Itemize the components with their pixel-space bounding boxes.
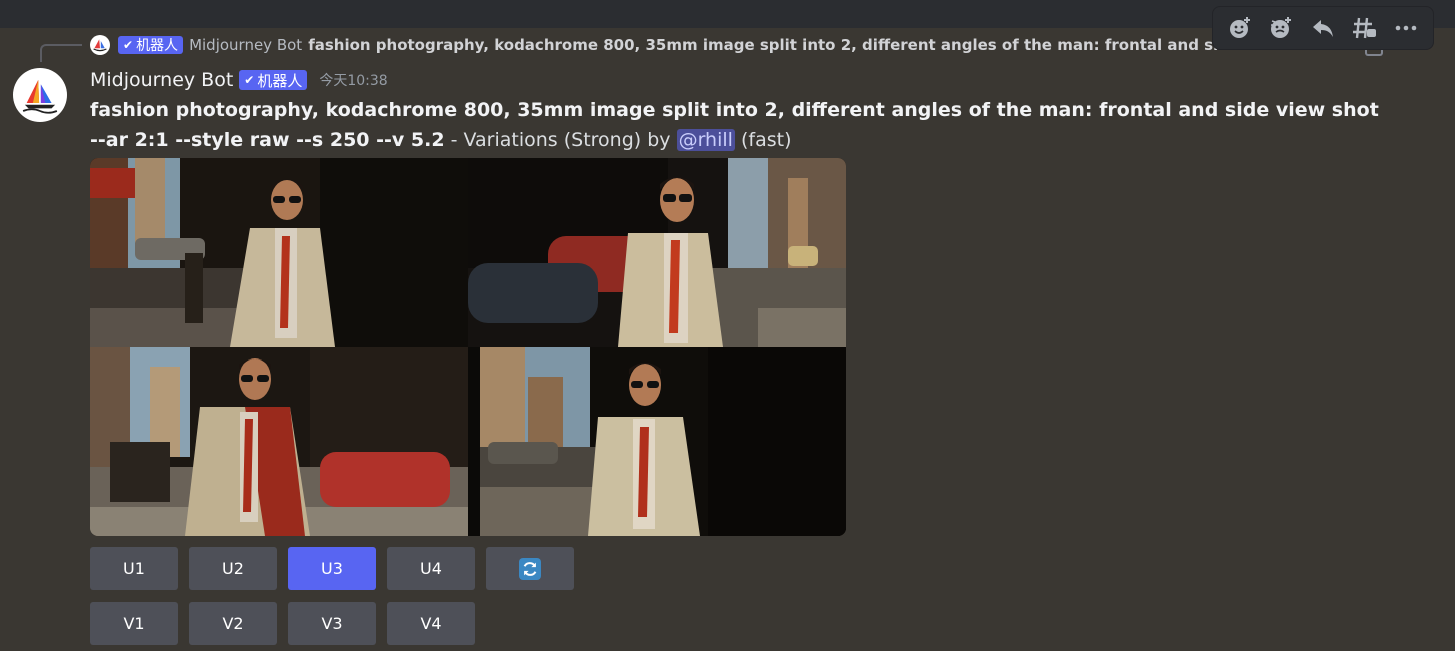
reply-bot-badge-label: 机器人 — [136, 38, 179, 54]
reply-author[interactable]: Midjourney Bot — [189, 36, 302, 54]
u2-button[interactable]: U2 — [189, 547, 277, 590]
reply-avatar — [90, 35, 110, 55]
more-icon[interactable] — [1389, 11, 1423, 45]
bot-badge: ✔ 机器人 — [239, 70, 308, 90]
v3-button[interactable]: V3 — [288, 602, 376, 645]
variation-text: Variations (Strong) by — [463, 129, 677, 151]
refresh-icon — [519, 557, 541, 580]
create-thread-icon[interactable] — [1348, 11, 1382, 45]
message-header: Midjourney Bot ✔ 机器人 今天10:38 — [90, 67, 388, 93]
timestamp[interactable]: 今天10:38 — [319, 70, 387, 90]
reroll-button[interactable] — [486, 547, 574, 590]
separator-text: - — [444, 129, 464, 151]
u1-button[interactable]: U1 — [90, 547, 178, 590]
super-reaction-icon[interactable] — [1264, 11, 1298, 45]
reply-preview[interactable]: ✔ 机器人 Midjourney Bot fashion photography,… — [90, 34, 1340, 56]
message-actions-toolbar — [1212, 6, 1434, 50]
v1-button[interactable]: V1 — [90, 602, 178, 645]
image-tile-3[interactable] — [90, 347, 468, 536]
image-grid[interactable] — [90, 158, 846, 536]
reply-connector — [40, 44, 82, 62]
reply-icon[interactable] — [1306, 11, 1340, 45]
image-tile-2[interactable] — [468, 158, 846, 347]
bot-badge-label: 机器人 — [257, 71, 303, 90]
upscale-button-row: U1 U2 U3 U4 — [90, 547, 574, 590]
speed-text: (fast) — [734, 129, 792, 151]
author-name[interactable]: Midjourney Bot — [90, 69, 233, 91]
avatar[interactable] — [13, 68, 67, 122]
image-tile-4[interactable] — [468, 347, 846, 536]
image-tile-1[interactable] — [90, 158, 468, 347]
reply-text: fashion photography, kodachrome 800, 35m… — [308, 36, 1326, 54]
u4-button[interactable]: U4 — [387, 547, 475, 590]
reply-bot-badge: ✔ 机器人 — [118, 36, 184, 54]
message-content: fashion photography, kodachrome 800, 35m… — [90, 95, 1380, 155]
variation-button-row: V1 V2 V3 V4 — [90, 602, 475, 645]
user-mention[interactable]: @rhill — [676, 129, 735, 151]
add-reaction-icon[interactable] — [1223, 11, 1257, 45]
v4-button[interactable]: V4 — [387, 602, 475, 645]
v2-button[interactable]: V2 — [189, 602, 277, 645]
u3-button[interactable]: U3 — [288, 547, 376, 590]
